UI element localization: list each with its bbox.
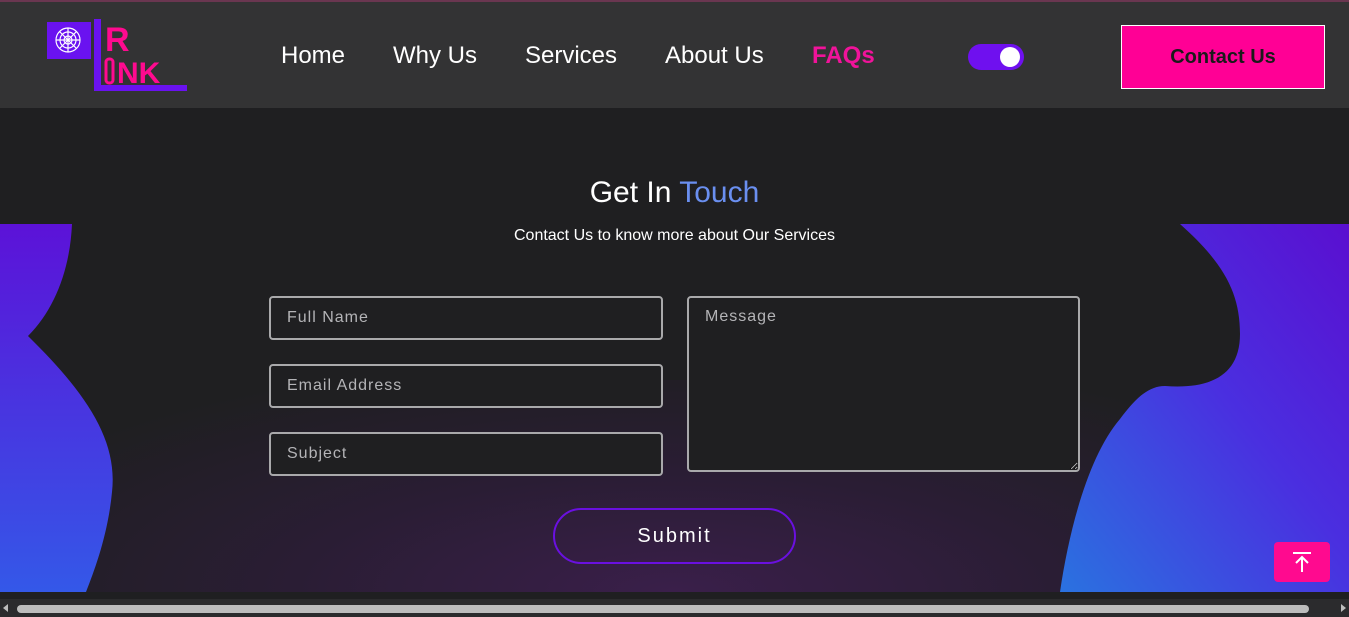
nav-why-us[interactable]: Why Us — [393, 42, 477, 70]
arrow-up-to-line-icon — [1293, 552, 1311, 572]
contact-us-button[interactable]: Contact Us — [1121, 25, 1325, 89]
message-textarea[interactable] — [687, 296, 1080, 472]
title-accent: Touch — [679, 176, 760, 209]
toggle-knob — [1000, 47, 1020, 67]
back-to-top-button[interactable] — [1274, 542, 1330, 582]
submit-button[interactable]: Submit — [553, 508, 796, 564]
section-title: Get In Touch — [0, 176, 1349, 210]
nav-about-us[interactable]: About Us — [665, 42, 764, 70]
theme-toggle[interactable] — [968, 44, 1024, 70]
site-header: R NK Home Why Us Services About Us FAQs … — [0, 2, 1349, 108]
logo[interactable]: R NK — [47, 17, 189, 93]
email-input[interactable] — [269, 364, 663, 408]
web-icon — [55, 27, 81, 53]
left-decorative-blob — [0, 224, 113, 592]
scroll-right-arrow[interactable] — [1341, 604, 1346, 612]
nav-home[interactable]: Home — [281, 42, 345, 70]
scroll-thumb[interactable] — [17, 605, 1309, 613]
scroll-left-arrow[interactable] — [3, 604, 8, 612]
nav-faqs[interactable]: FAQs — [812, 42, 875, 70]
title-plain: Get In — [589, 176, 672, 209]
full-name-input[interactable] — [269, 296, 663, 340]
nav-services[interactable]: Services — [525, 42, 617, 70]
right-decorative-blob — [1060, 224, 1349, 592]
svg-text:R: R — [105, 21, 130, 59]
svg-text:NK: NK — [117, 57, 161, 90]
subject-input[interactable] — [269, 432, 663, 476]
horizontal-scrollbar[interactable] — [0, 599, 1349, 617]
section-subtitle: Contact Us to know more about Our Servic… — [513, 227, 836, 244]
